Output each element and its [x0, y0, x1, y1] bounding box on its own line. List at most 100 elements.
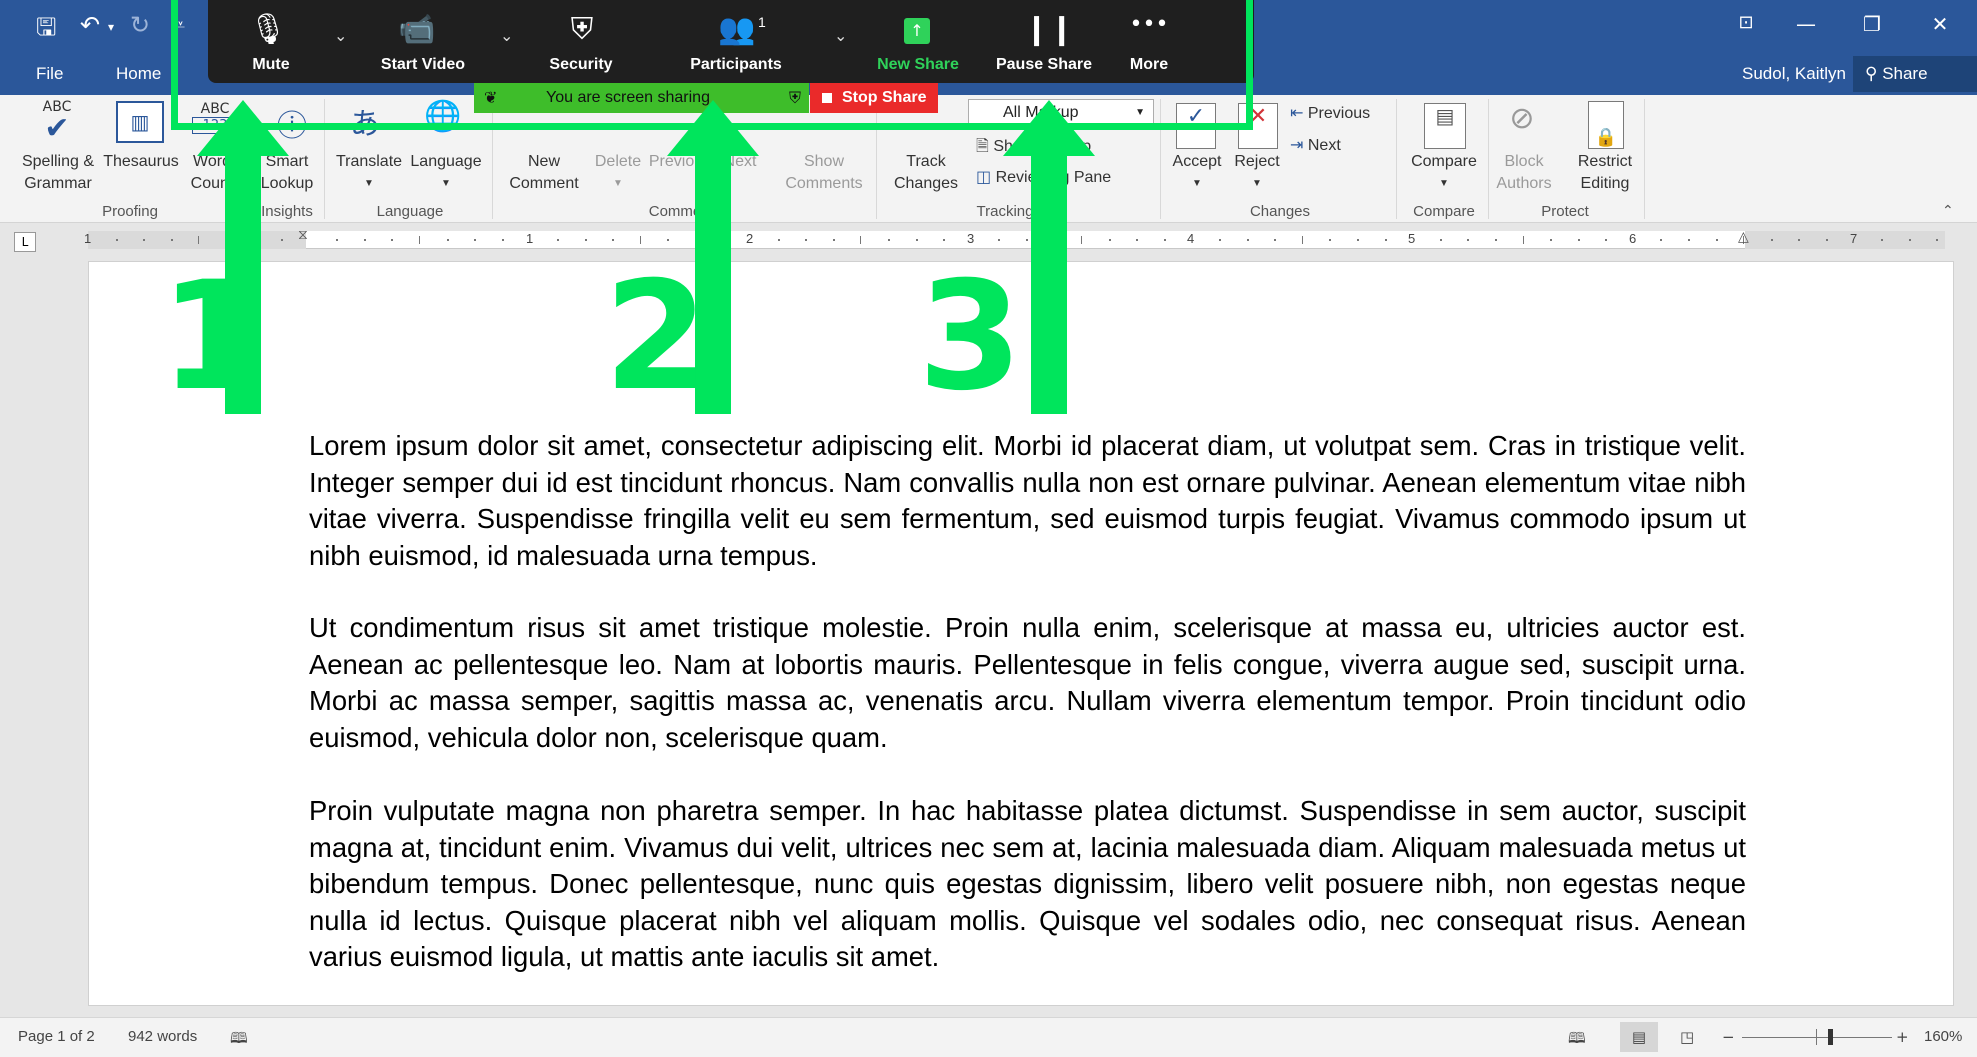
track-changes-button[interactable]: Track Changes	[882, 151, 970, 195]
group-separator	[1396, 99, 1397, 219]
ruler-tick	[1715, 239, 1718, 241]
ruler-tick	[805, 239, 808, 241]
show-comments-button[interactable]: Show Comments	[778, 151, 870, 195]
paragraph[interactable]: Ut condimentum risus sit amet tristique …	[309, 610, 1746, 756]
proofing-status-icon[interactable]: 🕮	[230, 1028, 248, 1053]
annotation-arrow-head	[197, 100, 289, 156]
new-comment-button[interactable]: New Comment	[500, 151, 588, 195]
horizontal-ruler[interactable]: 1 1 2 3 4 5 6 7 ⧖ △	[84, 227, 1945, 249]
tab-home[interactable]: Home	[116, 64, 161, 84]
spelling-label-2: Grammar	[24, 175, 92, 192]
minimize-icon[interactable]: —	[1786, 12, 1826, 36]
accept-button[interactable]: Accept ▼	[1166, 151, 1228, 195]
ruler-tick	[1688, 239, 1691, 241]
zoom-slider[interactable]	[1742, 1029, 1892, 1045]
ruler-tick	[1329, 239, 1332, 241]
ruler-tick	[115, 239, 118, 241]
user-name[interactable]: Sudol, Kaitlyn	[1742, 64, 1846, 84]
print-layout-icon[interactable]: ▤	[1620, 1022, 1658, 1052]
ruler-tick	[998, 239, 1001, 241]
ruler-tick	[943, 239, 946, 241]
ruler-tick	[888, 239, 891, 241]
ruler-tick	[1081, 236, 1083, 244]
restrict-editing-label-1: Restrict	[1577, 153, 1633, 170]
ruler-tick	[501, 239, 504, 241]
web-layout-icon[interactable]: ◳	[1680, 1028, 1694, 1046]
zoom-level[interactable]: 160%	[1924, 1028, 1962, 1045]
smart-lookup-button[interactable]: Smart Lookup	[256, 151, 318, 195]
tab-file[interactable]: File	[36, 64, 63, 84]
show-markup-icon: 🗎	[976, 136, 989, 155]
ruler-tick	[363, 239, 366, 241]
ruler-tick	[1246, 239, 1249, 241]
ruler-tick	[1908, 239, 1911, 241]
translate-button[interactable]: Translate ▼	[334, 151, 404, 195]
spelling-grammar-button[interactable]: Spelling & Grammar	[12, 151, 104, 195]
previous-change-button[interactable]: ⇤ Previous	[1290, 103, 1370, 123]
ruler-tick	[1163, 239, 1166, 241]
track-changes-label-1: Track	[906, 153, 946, 170]
paragraph[interactable]: Lorem ipsum dolor sit amet, consectetur …	[309, 428, 1746, 574]
ruler-tick	[170, 239, 173, 241]
close-icon[interactable]: ✕	[1920, 12, 1960, 36]
restrict-editing-button[interactable]: Restrict Editing	[1568, 151, 1642, 195]
share-button[interactable]: ⚲ Share	[1853, 56, 1977, 92]
ruler-tick	[1467, 239, 1470, 241]
word-count[interactable]: 942 words	[128, 1028, 197, 1045]
next-change-label: Next	[1307, 137, 1341, 154]
block-authors-label-2: Authors	[1496, 175, 1552, 192]
compare-button[interactable]: Compare ▼	[1404, 151, 1484, 195]
ruler-tick	[1798, 239, 1801, 241]
paragraph[interactable]: Proin vulputate magna non pharetra sempe…	[309, 793, 1746, 976]
redo-icon[interactable]: ↻	[130, 10, 150, 40]
reject-dropdown-icon: ▼	[1252, 178, 1262, 189]
block-authors-button[interactable]: Block Authors	[1494, 151, 1554, 195]
right-indent-marker-icon[interactable]: △	[1738, 229, 1749, 245]
zoom-out-icon[interactable]: −	[1722, 1028, 1735, 1046]
ruler-tick	[1881, 239, 1884, 241]
tab-selector-icon[interactable]: L	[14, 232, 36, 252]
ruler-tick	[1770, 239, 1773, 241]
group-separator	[1488, 99, 1489, 219]
ruler-tick	[1660, 239, 1663, 241]
translate-dropdown-icon: ▼	[364, 178, 374, 189]
ruler-tick	[1936, 239, 1939, 241]
ruler-tick	[391, 239, 394, 241]
next-change-button[interactable]: ⇥ Next	[1290, 135, 1341, 155]
thesaurus-button[interactable]: Thesaurus	[102, 151, 180, 173]
reject-button[interactable]: Reject ▼	[1228, 151, 1286, 195]
language-label: Language	[410, 153, 482, 170]
show-comments-label-1: Show	[803, 153, 845, 170]
compare-label: Compare	[1411, 153, 1477, 170]
undo-dropdown-icon[interactable]: ▾	[108, 12, 114, 42]
undo-icon[interactable]: ↶	[80, 10, 100, 40]
ruler-tick	[1274, 239, 1277, 241]
restore-icon[interactable]: ❐	[1852, 12, 1892, 36]
block-authors-icon: ⊘	[1509, 101, 1535, 136]
reject-label: Reject	[1234, 153, 1280, 170]
collapse-ribbon-icon[interactable]: ⌃	[1942, 203, 1954, 219]
left-indent-marker-icon[interactable]: ⧖	[298, 227, 308, 243]
ruler-tick	[639, 236, 641, 244]
spelling-icon: ABC ✔	[42, 99, 72, 146]
delete-comment-button[interactable]: Delete ▼	[588, 151, 648, 195]
ruler-tick	[1494, 239, 1497, 241]
ruler-tick	[1357, 239, 1360, 241]
zoom-slider-thumb[interactable]	[1828, 1029, 1833, 1045]
read-mode-icon[interactable]: 🕮	[1568, 1028, 1586, 1053]
status-bar: Page 1 of 2 942 words 🕮 🕮 ▤ ◳ − + 160%	[0, 1017, 1977, 1057]
accept-label: Accept	[1172, 153, 1222, 170]
previous-change-icon: ⇤	[1290, 103, 1304, 122]
ruler-number: 6	[1629, 231, 1637, 246]
language-button[interactable]: Language ▼	[408, 151, 484, 195]
save-icon[interactable]: 🖫	[36, 12, 56, 42]
page-count[interactable]: Page 1 of 2	[18, 1028, 95, 1045]
ruler-tick	[336, 239, 339, 241]
ruler-tick	[1301, 236, 1303, 244]
group-insights: Insights	[261, 203, 313, 220]
zoom-in-icon[interactable]: +	[1896, 1028, 1909, 1046]
annotation-arrow-head	[667, 100, 759, 156]
show-comments-label-2: Comments	[785, 175, 863, 192]
ruler-tick	[446, 239, 449, 241]
ribbon-display-icon[interactable]: ⊡	[1726, 12, 1766, 33]
